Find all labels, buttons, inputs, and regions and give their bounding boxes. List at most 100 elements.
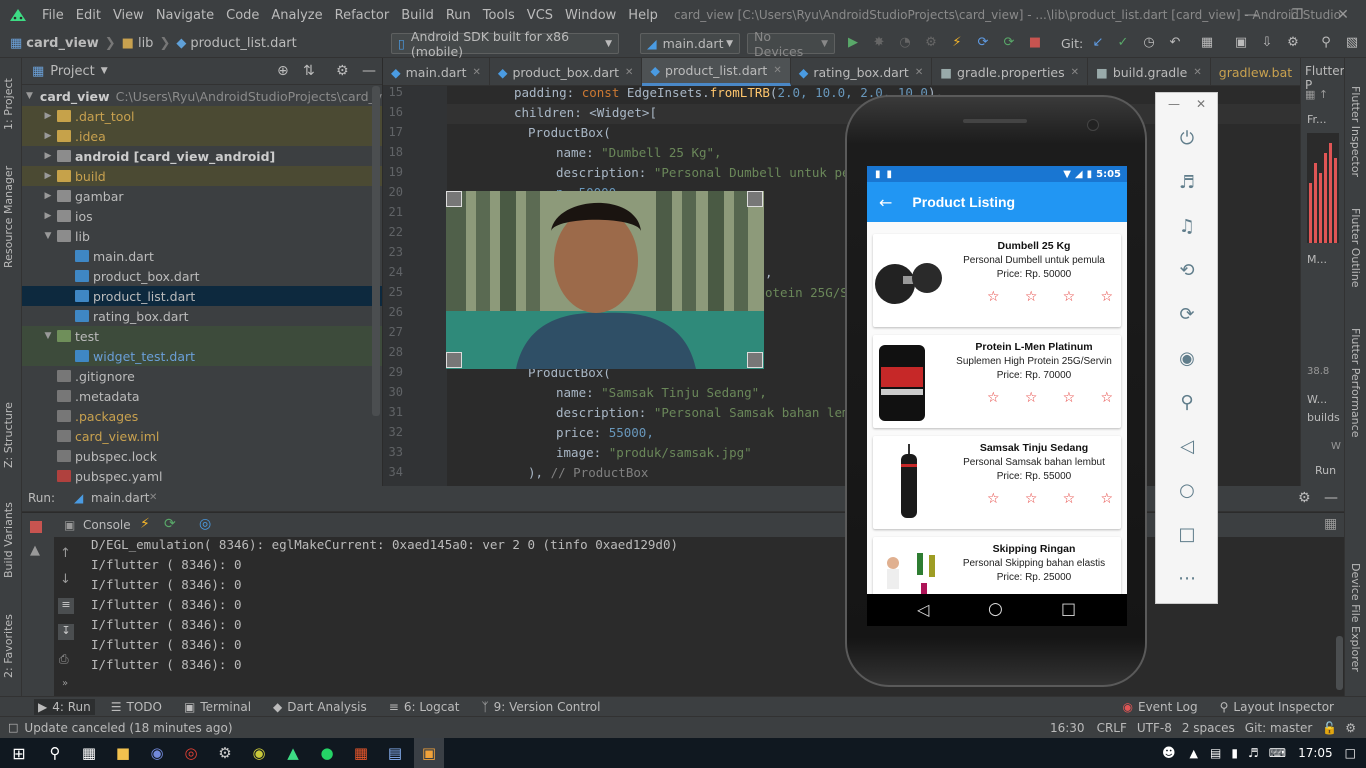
emulator-screen[interactable]: ▮ ▮ ▼ ◢ ▮ 5:05 ← Product Listing Dumbell… (867, 166, 1127, 594)
star-outline-icon[interactable]: ☆ (987, 492, 1000, 506)
indent-setting[interactable]: 2 spaces (1182, 721, 1235, 735)
tab-project[interactable]: 1: Project (2, 70, 15, 130)
close-tab-icon[interactable]: ✕ (625, 67, 633, 78)
battery-icon[interactable]: ▮ (1231, 746, 1238, 760)
line-separator[interactable]: CRLF (1097, 721, 1127, 735)
search-icon[interactable]: ⚲ (40, 738, 70, 768)
tree-item-iml[interactable]: card_view.iml (22, 426, 382, 446)
volume-down-icon[interactable]: ♫ (1175, 214, 1199, 238)
tree-item-pubspec-lock[interactable]: pubspec.lock (22, 446, 382, 466)
git-update-icon[interactable]: ↙ (1090, 35, 1106, 51)
devices-selector[interactable]: No Devices ▼ (747, 29, 835, 59)
tab-flutter-outline[interactable]: Flutter Outline (1349, 208, 1362, 288)
tree-item-widget-test[interactable]: widget_test.dart (22, 346, 382, 366)
collapse-icon[interactable]: ⇅ (303, 63, 315, 79)
nav-recents-icon[interactable]: □ (1061, 599, 1076, 618)
star-outline-icon[interactable]: ☆ (987, 290, 1000, 304)
home-icon[interactable]: ○ (1175, 478, 1199, 502)
scrollbar[interactable] (372, 86, 380, 416)
flutter-panel-toolbar-icon[interactable]: ▦ ↑ (1305, 88, 1328, 101)
network-icon[interactable]: ▤ (1210, 746, 1221, 760)
hide-icon[interactable]: — (1324, 490, 1338, 506)
code-line[interactable]: children: <Widget>[ (514, 105, 657, 120)
code-line[interactable]: otein 25G/S (765, 285, 848, 300)
nav-back-icon[interactable]: ◁ (917, 600, 929, 619)
resize-handle[interactable] (747, 352, 763, 368)
tab-version-control[interactable]: ᛉ 9: Version Control (481, 700, 600, 714)
tab-dart-analysis[interactable]: ◆ Dart Analysis (273, 700, 367, 714)
tree-root[interactable]: ▼ card_view C:\Users\Ryu\AndroidStudioPr… (22, 86, 404, 106)
tab-run[interactable]: ▶ 4: Run (34, 698, 95, 715)
tree-item-lib[interactable]: ▼ lib (22, 226, 382, 246)
scrollbar[interactable] (1336, 636, 1343, 690)
console-tab[interactable]: Console (83, 518, 131, 532)
volume-icon[interactable]: ♬ (1248, 746, 1259, 760)
scroll-up-icon[interactable]: ↑ (60, 546, 71, 561)
history-icon[interactable]: ◷ (1141, 35, 1157, 51)
power-icon[interactable]: ⏻ (1175, 126, 1199, 150)
star-outline-icon[interactable]: ☆ (987, 391, 1000, 405)
hot-reload-icon[interactable]: ⚡ (949, 35, 965, 51)
device-selector[interactable]: ▯ Android SDK built for x86 (mobile) ▼ (391, 29, 619, 59)
code-line[interactable]: description: "Personal Dumbell untuk pem… (556, 165, 865, 180)
tree-item-test[interactable]: ▼ test (22, 326, 382, 346)
language-icon[interactable]: ⌨ (1269, 746, 1286, 760)
people-icon[interactable]: ☻ (1162, 746, 1176, 761)
tab-structure[interactable]: Z: Structure (2, 398, 15, 468)
run-config-selector[interactable]: ◢ main.dart ▼ (640, 33, 740, 54)
expand-arrow-icon[interactable]: ▼ (26, 91, 33, 101)
menu-help[interactable]: Help (622, 8, 664, 23)
tree-item-product-list[interactable]: product_list.dart (22, 286, 382, 306)
more-icon[interactable]: » (62, 678, 68, 689)
code-line[interactable]: image: "produk/samsak.jpg" (556, 445, 752, 460)
notifications-icon[interactable]: ⚙ (1345, 721, 1356, 735)
lock-icon[interactable]: 🔓 (1322, 721, 1337, 735)
scroll-to-end-icon[interactable]: ↧ (58, 624, 74, 640)
close-icon[interactable]: ✕ (1320, 0, 1366, 30)
breadcrumb-file[interactable]: product_list.dart (190, 36, 296, 51)
app-icon[interactable]: ◉ (244, 738, 274, 768)
more-options-icon[interactable]: ⋯ (1175, 566, 1199, 590)
locate-icon[interactable]: ⊕ (277, 63, 289, 79)
zoom-icon[interactable]: ⚲ (1175, 390, 1199, 414)
rotate-right-icon[interactable]: ⟳ (1175, 302, 1199, 326)
tree-item-metadata[interactable]: .metadata (22, 386, 382, 406)
code-line[interactable]: name: "Samsak Tinju Sedang", (556, 385, 767, 400)
rating-stars[interactable]: ☆ ☆ ☆ ☆ (981, 391, 1121, 405)
product-card[interactable]: Skipping Ringan Personal Skipping bahan … (873, 537, 1121, 594)
soft-wrap-icon[interactable]: ≡ (58, 598, 74, 614)
tree-item-dart-tool[interactable]: ▶ .dart_tool (22, 106, 382, 126)
hot-reload-icon[interactable]: ⚡ (140, 516, 150, 532)
rating-stars[interactable]: ☆ ☆ ☆ ☆ (981, 290, 1121, 304)
stop-icon[interactable]: ■ (1027, 35, 1043, 51)
emulator-taskbar-icon[interactable]: ▣ (414, 738, 444, 768)
webcam-overlay[interactable] (446, 191, 764, 369)
tab-rating-box[interactable]: ◆ rating_box.dart ✕ (791, 58, 933, 86)
star-outline-icon[interactable]: ☆ (1025, 492, 1038, 506)
resize-handle[interactable] (446, 191, 462, 207)
tree-item-gitignore[interactable]: .gitignore (22, 366, 382, 386)
star-outline-icon[interactable]: ☆ (1100, 290, 1113, 304)
code-line[interactable]: name: "Dumbell 25 Kg", (556, 145, 722, 160)
settings-icon[interactable]: ⚙ (1298, 490, 1311, 506)
whatsapp-icon[interactable]: ● (312, 738, 342, 768)
tab-event-log[interactable]: ◉ Event Log (1123, 700, 1198, 714)
breadcrumb-project[interactable]: card_view (26, 36, 98, 51)
tab-main-dart[interactable]: ◆ main.dart ✕ (383, 58, 490, 86)
discord-icon[interactable]: ◉ (142, 738, 172, 768)
resize-handle[interactable] (747, 191, 763, 207)
tree-item-build[interactable]: ▶ build (22, 166, 382, 186)
menu-code[interactable]: Code (220, 8, 265, 23)
menu-view[interactable]: View (107, 8, 150, 23)
taskbar-clock[interactable]: 17:05 (1298, 746, 1333, 760)
run-icon[interactable]: ▶ (845, 35, 861, 51)
code-line[interactable]: price: 55000, (556, 425, 654, 440)
close-tab-icon[interactable]: ✕ (773, 65, 781, 76)
resize-handle[interactable] (446, 352, 462, 368)
profile-icon[interactable]: ◔ (897, 35, 913, 51)
tree-item-gambar[interactable]: ▶ gambar (22, 186, 382, 206)
git-branch[interactable]: Git: master (1245, 721, 1313, 735)
menu-run[interactable]: Run (440, 8, 477, 23)
attach-icon[interactable]: ⚙ (923, 35, 939, 51)
menu-refactor[interactable]: Refactor (329, 8, 396, 23)
